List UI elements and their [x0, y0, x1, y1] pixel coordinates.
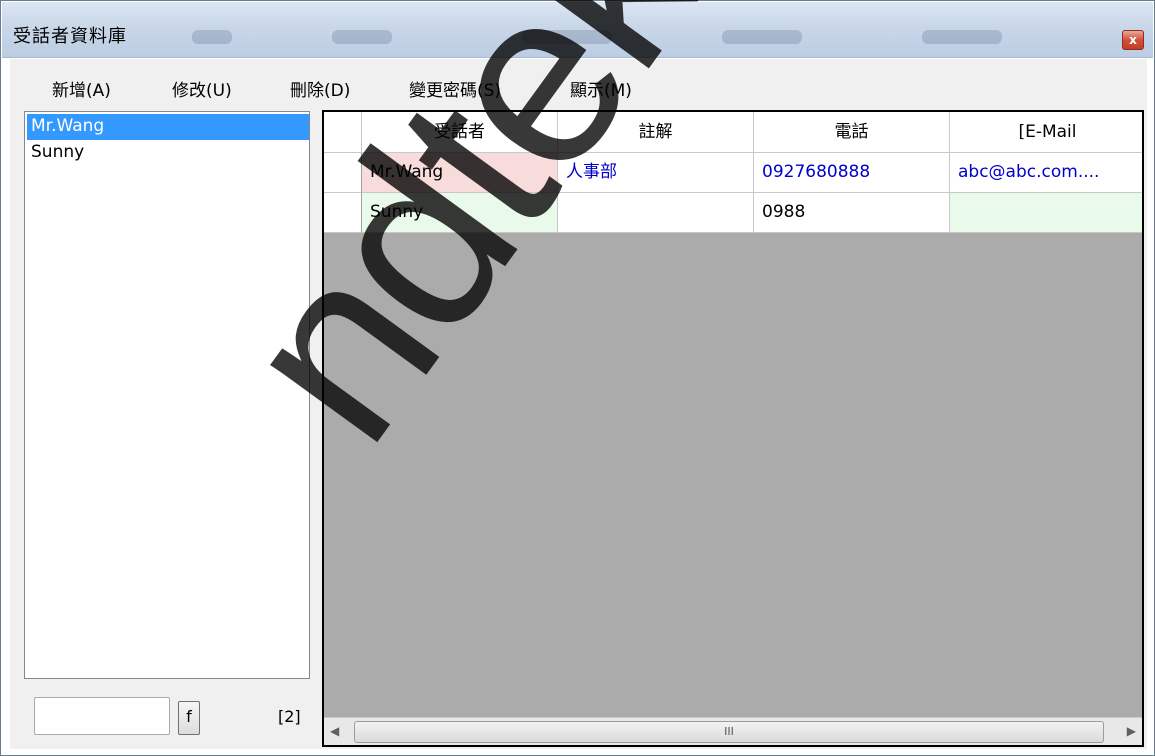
menu-bar: 新增(A) 修改(U) 刪除(D) 變更密碼(S) 顯示(M): [10, 59, 1147, 111]
column-header-phone[interactable]: 電話: [754, 112, 950, 153]
column-header-email[interactable]: [E-Mail: [950, 112, 1142, 153]
contact-list[interactable]: Mr.Wang Sunny: [24, 111, 310, 679]
menu-add[interactable]: 新增(A): [52, 76, 111, 101]
title-bar-blur: [522, 30, 612, 44]
column-header-name[interactable]: 受話者: [362, 112, 558, 153]
cell-note[interactable]: [558, 193, 754, 233]
cell-name[interactable]: Sunny: [362, 193, 558, 233]
list-item[interactable]: Sunny: [27, 140, 309, 166]
column-header-note[interactable]: 註解: [558, 112, 754, 153]
row-header[interactable]: [324, 153, 362, 193]
cell-name[interactable]: Mr.Wang: [362, 153, 558, 193]
title-bar-blur: [722, 30, 802, 44]
cell-note[interactable]: 人事部: [558, 153, 754, 193]
row-header[interactable]: [324, 193, 362, 233]
close-icon: x: [1129, 33, 1137, 47]
horizontal-scrollbar[interactable]: ◀ III ▶: [324, 717, 1142, 745]
title-bar-blur: [332, 30, 392, 44]
title-bar-blur: [922, 30, 1002, 44]
menu-edit[interactable]: 修改(U): [172, 76, 232, 101]
menu-display[interactable]: 顯示(M): [570, 76, 632, 101]
find-button[interactable]: f: [178, 701, 200, 735]
scroll-right-icon[interactable]: ▶: [1127, 724, 1136, 738]
list-item[interactable]: Mr.Wang: [27, 114, 309, 140]
contact-grid[interactable]: 受話者 註解 電話 [E-Mail Mr.Wang 人事部 0927680888…: [322, 110, 1144, 747]
close-button[interactable]: x: [1122, 30, 1144, 50]
cell-email[interactable]: abc@abc.com....: [950, 153, 1142, 193]
cell-email[interactable]: [950, 193, 1142, 233]
scrollbar-thumb[interactable]: III: [354, 721, 1104, 743]
scroll-left-icon[interactable]: ◀: [330, 724, 339, 738]
cell-phone[interactable]: 0988: [754, 193, 950, 233]
title-bar-blur: [192, 30, 232, 44]
menu-change-password[interactable]: 變更密碼(S): [409, 76, 501, 101]
record-count: [2]: [278, 707, 301, 726]
title-bar[interactable]: 受話者資料庫 x: [2, 2, 1153, 58]
menu-delete[interactable]: 刪除(D): [290, 76, 350, 101]
window-title: 受話者資料庫: [13, 26, 127, 47]
search-input[interactable]: [34, 697, 170, 735]
address-book-window: 受話者資料庫 x 新增(A) 修改(U) 刪除(D) 變更密碼(S) 顯示(M)…: [0, 0, 1155, 756]
grid-corner: [324, 112, 362, 153]
cell-phone[interactable]: 0927680888: [754, 153, 950, 193]
client-area: 新增(A) 修改(U) 刪除(D) 變更密碼(S) 顯示(M) Mr.Wang …: [10, 59, 1147, 749]
